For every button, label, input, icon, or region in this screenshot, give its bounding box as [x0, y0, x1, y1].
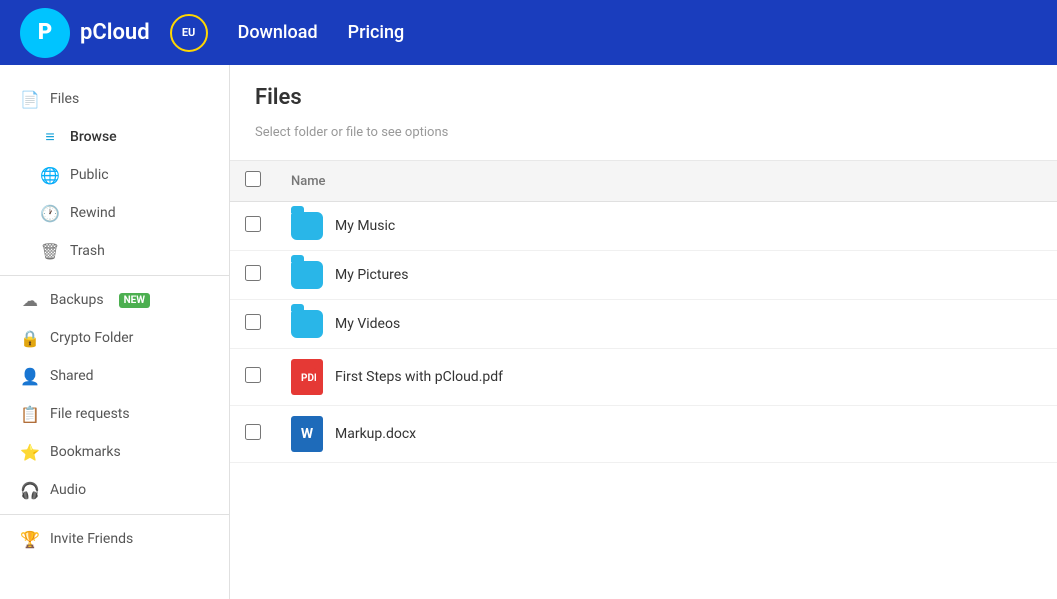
row-name-cell: My Videos [276, 300, 1057, 349]
shared-icon: 👤 [20, 366, 40, 386]
sidebar-label-file-requests: File requests [50, 406, 130, 422]
sidebar-item-bookmarks[interactable]: ⭐ Bookmarks [0, 433, 229, 471]
row-checkbox-cell [230, 349, 276, 406]
new-badge: NEW [119, 293, 150, 308]
file-name: My Videos [335, 316, 400, 332]
main-layout: 📄 Files ≡ Browse 🌐 Public 🕐 Rewind 🗑 Tra… [0, 65, 1057, 599]
nav-pricing[interactable]: Pricing [348, 22, 405, 43]
sidebar-item-file-requests[interactable]: 📋 File requests [0, 395, 229, 433]
sidebar-item-rewind[interactable]: 🕐 Rewind [0, 194, 229, 232]
crypto-icon: 🔒 [20, 328, 40, 348]
sidebar-divider-2 [0, 514, 229, 515]
content-area: Files Select folder or file to see optio… [230, 65, 1057, 599]
sidebar-item-crypto[interactable]: 🔒 Crypto Folder [0, 319, 229, 357]
logo[interactable]: pCloud [20, 8, 150, 58]
folder-icon [291, 212, 323, 240]
sidebar-label-audio: Audio [50, 482, 86, 498]
sidebar-label-invite: Invite Friends [50, 531, 133, 547]
sidebar-label-backups: Backups [50, 292, 104, 308]
sidebar-label-rewind: Rewind [70, 205, 116, 221]
header: pCloud EU Download Pricing [0, 0, 1057, 65]
row-checkbox[interactable] [245, 265, 261, 281]
page-title: Files [255, 85, 1032, 110]
sidebar-item-public[interactable]: 🌐 Public [0, 156, 229, 194]
sidebar-item-backups[interactable]: ☁ Backups NEW [0, 281, 229, 319]
header-nav: Download Pricing [238, 22, 405, 43]
logo-text: pCloud [80, 20, 150, 45]
file-name: My Music [335, 218, 395, 234]
invite-icon: 🏆 [20, 529, 40, 549]
file-name-wrapper: W Markup.docx [291, 416, 1042, 452]
table-row[interactable]: PDF First Steps with pCloud.pdf [230, 349, 1057, 406]
row-checkbox[interactable] [245, 424, 261, 440]
sidebar-label-bookmarks: Bookmarks [50, 444, 121, 460]
content-header: Files Select folder or file to see optio… [230, 65, 1057, 161]
select-all-checkbox[interactable] [245, 171, 261, 187]
file-name-wrapper: PDF First Steps with pCloud.pdf [291, 359, 1042, 395]
pdf-icon: PDF [291, 359, 323, 395]
svg-text:PDF: PDF [301, 373, 316, 384]
docx-icon: W [291, 416, 323, 452]
file-name-wrapper: My Music [291, 212, 1042, 240]
row-checkbox-cell [230, 300, 276, 349]
table-row[interactable]: My Pictures [230, 251, 1057, 300]
sidebar-item-browse[interactable]: ≡ Browse [0, 118, 229, 156]
row-name-cell: W Markup.docx [276, 406, 1057, 463]
select-hint: Select folder or file to see options [255, 125, 1032, 140]
row-name-cell: My Pictures [276, 251, 1057, 300]
row-checkbox[interactable] [245, 367, 261, 383]
sidebar-item-trash[interactable]: 🗑 Trash [0, 232, 229, 270]
table-header-name: Name [276, 161, 1057, 202]
sidebar-label-public: Public [70, 167, 109, 183]
table-row[interactable]: W Markup.docx [230, 406, 1057, 463]
file-name: Markup.docx [335, 426, 416, 442]
row-checkbox-cell [230, 406, 276, 463]
file-name: First Steps with pCloud.pdf [335, 369, 503, 385]
row-checkbox[interactable] [245, 216, 261, 232]
sidebar-label-trash: Trash [70, 243, 105, 259]
file-name: My Pictures [335, 267, 408, 283]
sidebar-item-audio[interactable]: 🎧 Audio [0, 471, 229, 509]
row-checkbox-cell [230, 251, 276, 300]
sidebar-item-invite[interactable]: 🏆 Invite Friends [0, 520, 229, 558]
table-header-checkbox [230, 161, 276, 202]
file-name-wrapper: My Videos [291, 310, 1042, 338]
sidebar-label-browse: Browse [70, 129, 117, 145]
public-icon: 🌐 [40, 165, 60, 185]
sidebar-item-files[interactable]: 📄 Files [0, 80, 229, 118]
file-requests-icon: 📋 [20, 404, 40, 424]
sidebar-item-shared[interactable]: 👤 Shared [0, 357, 229, 395]
sidebar-divider-1 [0, 275, 229, 276]
audio-icon: 🎧 [20, 480, 40, 500]
logo-icon [20, 8, 70, 58]
sidebar: 📄 Files ≡ Browse 🌐 Public 🕐 Rewind 🗑 Tra… [0, 65, 230, 599]
browse-icon: ≡ [40, 127, 60, 147]
row-name-cell: My Music [276, 202, 1057, 251]
table-row[interactable]: My Videos [230, 300, 1057, 349]
row-checkbox-cell [230, 202, 276, 251]
file-table: Name My Music [230, 161, 1057, 463]
eu-badge: EU [170, 14, 208, 52]
rewind-icon: 🕐 [40, 203, 60, 223]
nav-download[interactable]: Download [238, 22, 318, 43]
folder-icon [291, 310, 323, 338]
backups-icon: ☁ [20, 290, 40, 310]
row-checkbox[interactable] [245, 314, 261, 330]
sidebar-label-files: Files [50, 91, 79, 107]
sidebar-label-crypto: Crypto Folder [50, 330, 133, 346]
folder-icon [291, 261, 323, 289]
sidebar-label-shared: Shared [50, 368, 94, 384]
row-name-cell: PDF First Steps with pCloud.pdf [276, 349, 1057, 406]
trash-icon: 🗑 [40, 241, 60, 261]
bookmarks-icon: ⭐ [20, 442, 40, 462]
table-row[interactable]: My Music [230, 202, 1057, 251]
file-name-wrapper: My Pictures [291, 261, 1042, 289]
files-icon: 📄 [20, 89, 40, 109]
